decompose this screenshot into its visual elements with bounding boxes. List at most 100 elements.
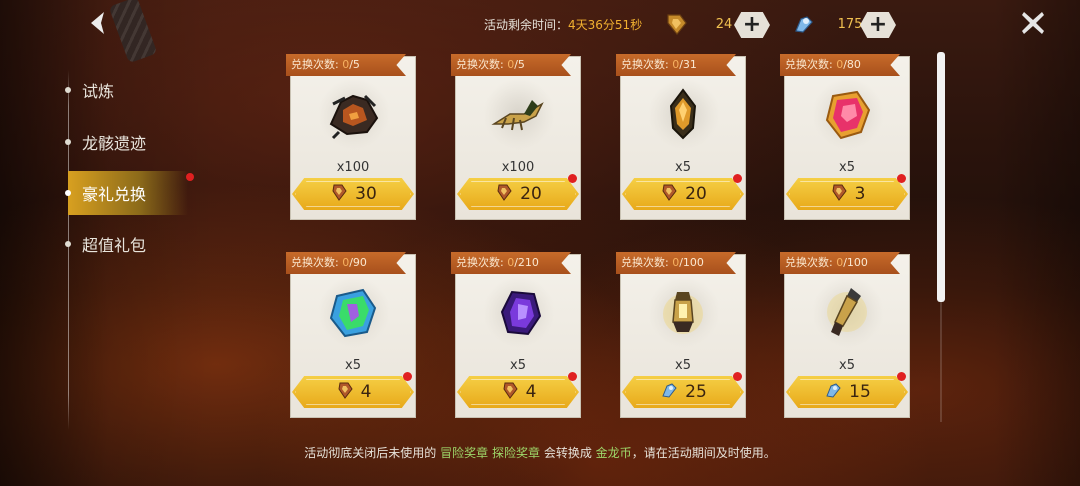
notification-badge <box>897 372 906 381</box>
item-quantity: x5 <box>675 160 691 175</box>
item-quantity: x5 <box>675 358 691 373</box>
dragon-armor-pile-icon <box>323 84 383 144</box>
explore-medal-icon <box>659 380 679 404</box>
exchange-limit-label: 兑换次数: <box>456 58 508 71</box>
exchange-limit-ribbon: 兑换次数: 0/90 <box>286 252 406 274</box>
exchange-limit-ribbon: 兑换次数: 0/210 <box>451 252 571 274</box>
explore-medal-icon <box>790 11 816 37</box>
notification-badge <box>568 174 577 183</box>
exchange-limit: /5 <box>349 58 360 71</box>
exchange-limit: /100 <box>679 256 704 269</box>
add-explore-medal-button[interactable]: + <box>860 12 896 38</box>
exchange-limit-label: 兑换次数: <box>291 58 343 71</box>
exchange-card[interactable]: 兑换次数: 0/5 x100 20 <box>451 52 585 220</box>
explore-medal-icon <box>823 380 843 404</box>
sidebar-item-dragon-ruins[interactable]: 龙骸遗迹 <box>65 120 188 164</box>
footer-coin: 金龙币 <box>595 446 632 460</box>
notification-badge <box>897 174 906 183</box>
exchange-card[interactable]: 兑换次数: 0/100 x5 25 <box>616 250 750 418</box>
exchange-limit-ribbon: 兑换次数: 0/5 <box>286 54 406 76</box>
emerald-crystal-icon <box>323 282 383 342</box>
bullet-dot <box>65 190 71 196</box>
price-value: 20 <box>685 184 707 204</box>
sidebar-item-label: 超值礼包 <box>82 236 147 255</box>
exchange-price-button[interactable]: 20 <box>457 174 579 210</box>
chevron-left-icon <box>91 12 104 34</box>
exchange-limit: /90 <box>349 256 367 269</box>
adventure-medal-icon <box>664 11 690 37</box>
item-quantity: x5 <box>345 358 361 373</box>
exchange-limit-label: 兑换次数: <box>785 256 837 269</box>
close-icon <box>1022 12 1044 34</box>
exchange-price-button[interactable]: 25 <box>622 372 744 408</box>
price-value: 20 <box>520 184 542 204</box>
footer-medal-1: 冒险奖章 <box>440 446 489 460</box>
sidebar-item-label: 龙骸遗迹 <box>82 134 147 153</box>
notification-badge <box>568 372 577 381</box>
adventure-medal-icon <box>500 380 520 404</box>
exchange-limit-ribbon: 兑换次数: 0/5 <box>451 54 571 76</box>
dragon-skeleton-icon <box>488 84 548 144</box>
footer-prefix: 活动彻底关闭后未使用的 <box>304 446 437 460</box>
exchange-limit-ribbon: 兑换次数: 0/100 <box>616 252 736 274</box>
exchange-limit-label: 兑换次数: <box>456 256 508 269</box>
activity-timer: 活动剩余时间：4天36分51秒 <box>484 16 642 33</box>
bullet-dot <box>65 87 71 93</box>
exchange-limit-label: 兑换次数: <box>621 58 673 71</box>
footer-note: 活动彻底关闭后未使用的 冒险奖章 探险奖章 会转换成 金龙币，请在活动期间及时使… <box>0 444 1080 461</box>
exchange-limit: /31 <box>679 58 697 71</box>
timer-label: 活动剩余时间： <box>484 18 569 32</box>
exchange-limit-label: 兑换次数: <box>621 256 673 269</box>
notification-badge <box>403 372 412 381</box>
exchange-price-button[interactable]: 20 <box>622 174 744 210</box>
scrollbar-thumb[interactable] <box>937 52 945 302</box>
exchange-price-button[interactable]: 30 <box>292 178 414 210</box>
adventure-medal-icon <box>335 380 355 404</box>
item-quantity: x5 <box>839 160 855 175</box>
notification-badge <box>186 173 194 181</box>
exchange-limit: /5 <box>514 58 525 71</box>
sidebar-item-trial[interactable]: 试炼 <box>65 68 188 112</box>
price-value: 15 <box>849 382 871 402</box>
adventure-medal-icon <box>329 182 349 206</box>
exchange-price-button[interactable]: 4 <box>457 372 579 408</box>
add-adventure-medal-button[interactable]: + <box>734 12 770 38</box>
footer-medal-2: 探险奖章 <box>491 446 540 460</box>
sidebar-item-label: 豪礼兑换 <box>82 185 147 204</box>
price-value: 30 <box>355 184 377 204</box>
timer-value: 4天36分51秒 <box>568 18 643 32</box>
exchange-card[interactable]: 兑换次数: 0/5 x100 30 <box>286 52 420 220</box>
item-quantity: x100 <box>501 160 535 175</box>
footer-middle: 会转换成 <box>543 446 592 460</box>
notification-badge <box>733 174 742 183</box>
exchange-limit: /100 <box>843 256 868 269</box>
exchange-limit-ribbon: 兑换次数: 0/80 <box>780 54 900 76</box>
sidebar-item-gift-exchange[interactable]: 豪礼兑换 <box>65 171 194 215</box>
price-value: 3 <box>854 184 866 204</box>
exchange-card[interactable]: 兑换次数: 0/31 x5 20 <box>616 52 750 220</box>
sidebar-item-label: 试炼 <box>82 82 115 101</box>
exchange-card[interactable]: 兑换次数: 0/100 x5 15 <box>780 250 914 418</box>
bullet-dot <box>65 139 71 145</box>
exchange-price-button[interactable]: 4 <box>292 372 414 408</box>
exchange-limit-label: 兑换次数: <box>291 256 343 269</box>
sidebar-item-value-pack[interactable]: 超值礼包 <box>65 222 188 266</box>
exchange-card[interactable]: 兑换次数: 0/90 x5 4 <box>286 250 420 418</box>
plus-icon: + <box>868 12 888 37</box>
golden-lantern-icon <box>653 282 713 342</box>
exchange-card[interactable]: 兑换次数: 0/210 x5 4 <box>451 250 585 418</box>
exchange-limit-label: 兑换次数: <box>785 58 837 71</box>
adventure-medal-icon <box>829 182 849 206</box>
exchange-price-button[interactable]: 15 <box>786 372 908 408</box>
amber-crystal-icon <box>653 84 713 144</box>
exchange-limit-ribbon: 兑换次数: 0/100 <box>780 252 900 274</box>
amethyst-crystal-icon <box>488 282 548 342</box>
adventure-medal-icon <box>659 182 679 206</box>
price-value: 25 <box>685 382 707 402</box>
exchange-price-button[interactable]: 3 <box>786 174 908 210</box>
adventure-medal-icon <box>494 182 514 206</box>
ruby-crystal-icon <box>817 84 877 144</box>
back-button[interactable] <box>82 6 116 40</box>
close-button[interactable] <box>1016 6 1050 40</box>
exchange-card[interactable]: 兑换次数: 0/80 x5 3 <box>780 52 914 220</box>
